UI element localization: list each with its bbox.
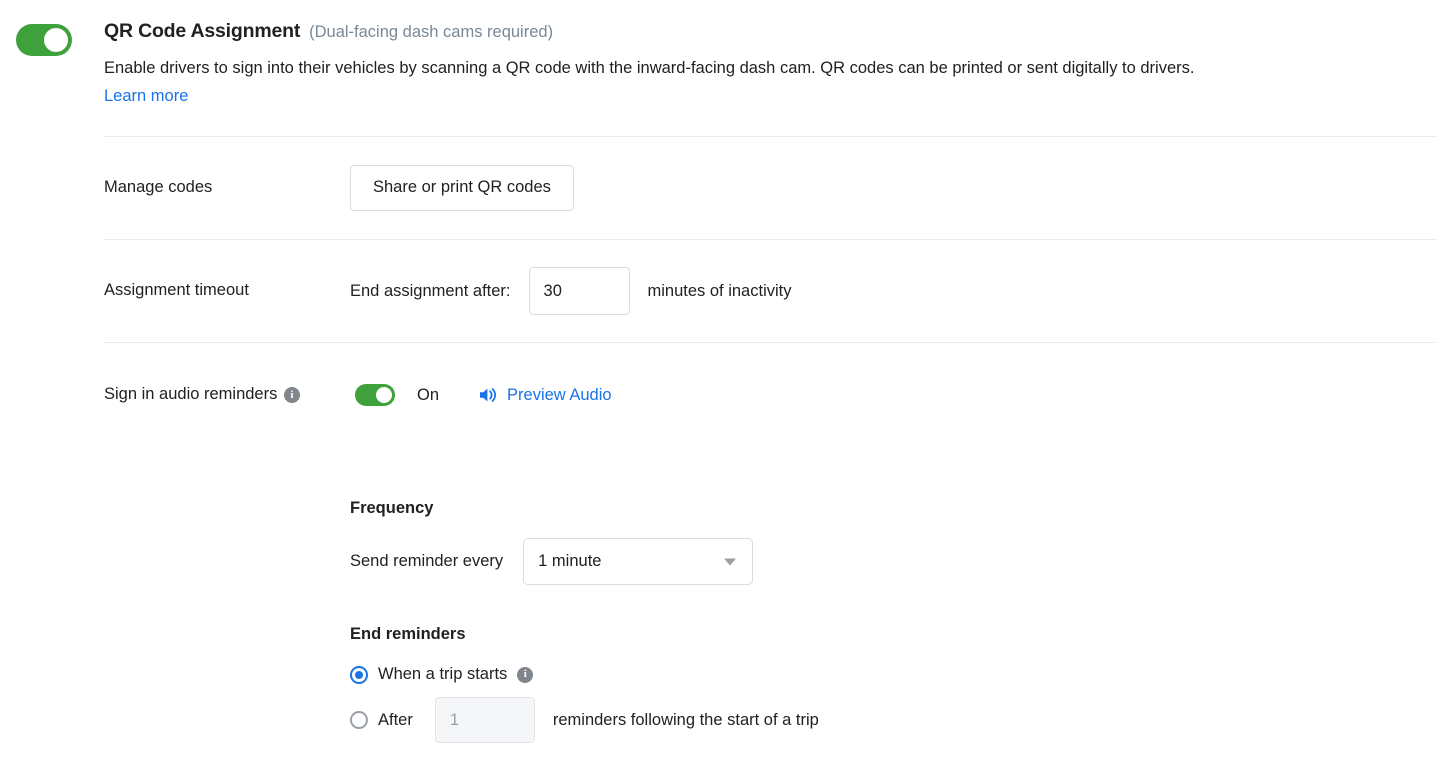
assignment-timeout-label: Assignment timeout (104, 281, 249, 300)
send-reminder-every-label: Send reminder every (350, 552, 504, 571)
send-reminder-every-row: Send reminder every 1 minute (350, 538, 1437, 586)
info-icon[interactable]: i (517, 666, 534, 683)
manage-codes-control: Share or print QR codes (350, 165, 574, 211)
qr-code-assignment-toggle[interactable] (16, 24, 72, 56)
frequency-subsection: Frequency Send reminder every 1 minute (0, 499, 1437, 586)
manage-codes-row: Manage codes Share or print QR codes (0, 137, 1437, 239)
toggle-knob-icon (44, 28, 68, 52)
feature-subtitle: (Dual-facing dash cams required) (309, 23, 554, 41)
minutes-of-inactivity-label: minutes of inactivity (647, 281, 792, 300)
sign-in-audio-reminders-label: Sign in audio reminders (104, 385, 278, 404)
when-a-trip-starts-label: When a trip starts (378, 665, 508, 684)
qr-code-assignment-section: QR Code Assignment (Dual-facing dash cam… (0, 0, 1437, 106)
speaker-icon[interactable] (478, 386, 498, 404)
sign-in-audio-reminders-control: i On Preview Audio (284, 384, 612, 407)
sign-in-audio-reminders-toggle[interactable] (355, 384, 395, 407)
assignment-timeout-row: Assignment timeout End assignment after:… (0, 240, 1437, 342)
feature-description: Enable drivers to sign into their vehicl… (104, 59, 1195, 78)
learn-more-link[interactable]: Learn more (104, 87, 188, 106)
feature-title-row: QR Code Assignment (Dual-facing dash cam… (104, 20, 1437, 43)
share-or-print-qr-codes-button[interactable]: Share or print QR codes (350, 165, 574, 211)
end-reminders-option-after-count[interactable]: After reminders following the start of a… (350, 697, 1437, 744)
info-icon[interactable]: i (284, 387, 300, 404)
end-assignment-after-label: End assignment after: (350, 281, 511, 300)
toggle-knob-icon (376, 387, 392, 404)
chevron-down-icon (724, 558, 737, 566)
assignment-timeout-input[interactable] (528, 267, 630, 316)
feature-header-text: QR Code Assignment (Dual-facing dash cam… (104, 0, 1437, 106)
after-label: After (378, 710, 413, 729)
end-reminders-subsection: End reminders When a trip starts i After… (0, 625, 1437, 744)
radio-when-a-trip-starts[interactable] (350, 665, 368, 684)
preview-audio-link[interactable]: Preview Audio (507, 386, 612, 405)
send-reminder-every-selected-value: 1 minute (538, 552, 602, 571)
end-reminders-heading: End reminders (350, 625, 466, 644)
page-title: QR Code Assignment (104, 20, 301, 42)
radio-after-reminders[interactable] (350, 711, 368, 730)
after-reminders-count-input[interactable] (434, 697, 535, 744)
end-reminders-option-trip-start[interactable]: When a trip starts i (350, 665, 1437, 684)
assignment-timeout-control: End assignment after: minutes of inactiv… (350, 267, 792, 316)
audio-toggle-state-label: On (417, 385, 440, 404)
manage-codes-label: Manage codes (104, 178, 213, 197)
reminders-following-trip-start-label: reminders following the start of a trip (552, 710, 819, 729)
sign-in-audio-reminders-row: Sign in audio reminders i On Preview Aud… (0, 343, 1437, 447)
frequency-heading: Frequency (350, 499, 434, 518)
send-reminder-every-select[interactable]: 1 minute (523, 538, 754, 586)
